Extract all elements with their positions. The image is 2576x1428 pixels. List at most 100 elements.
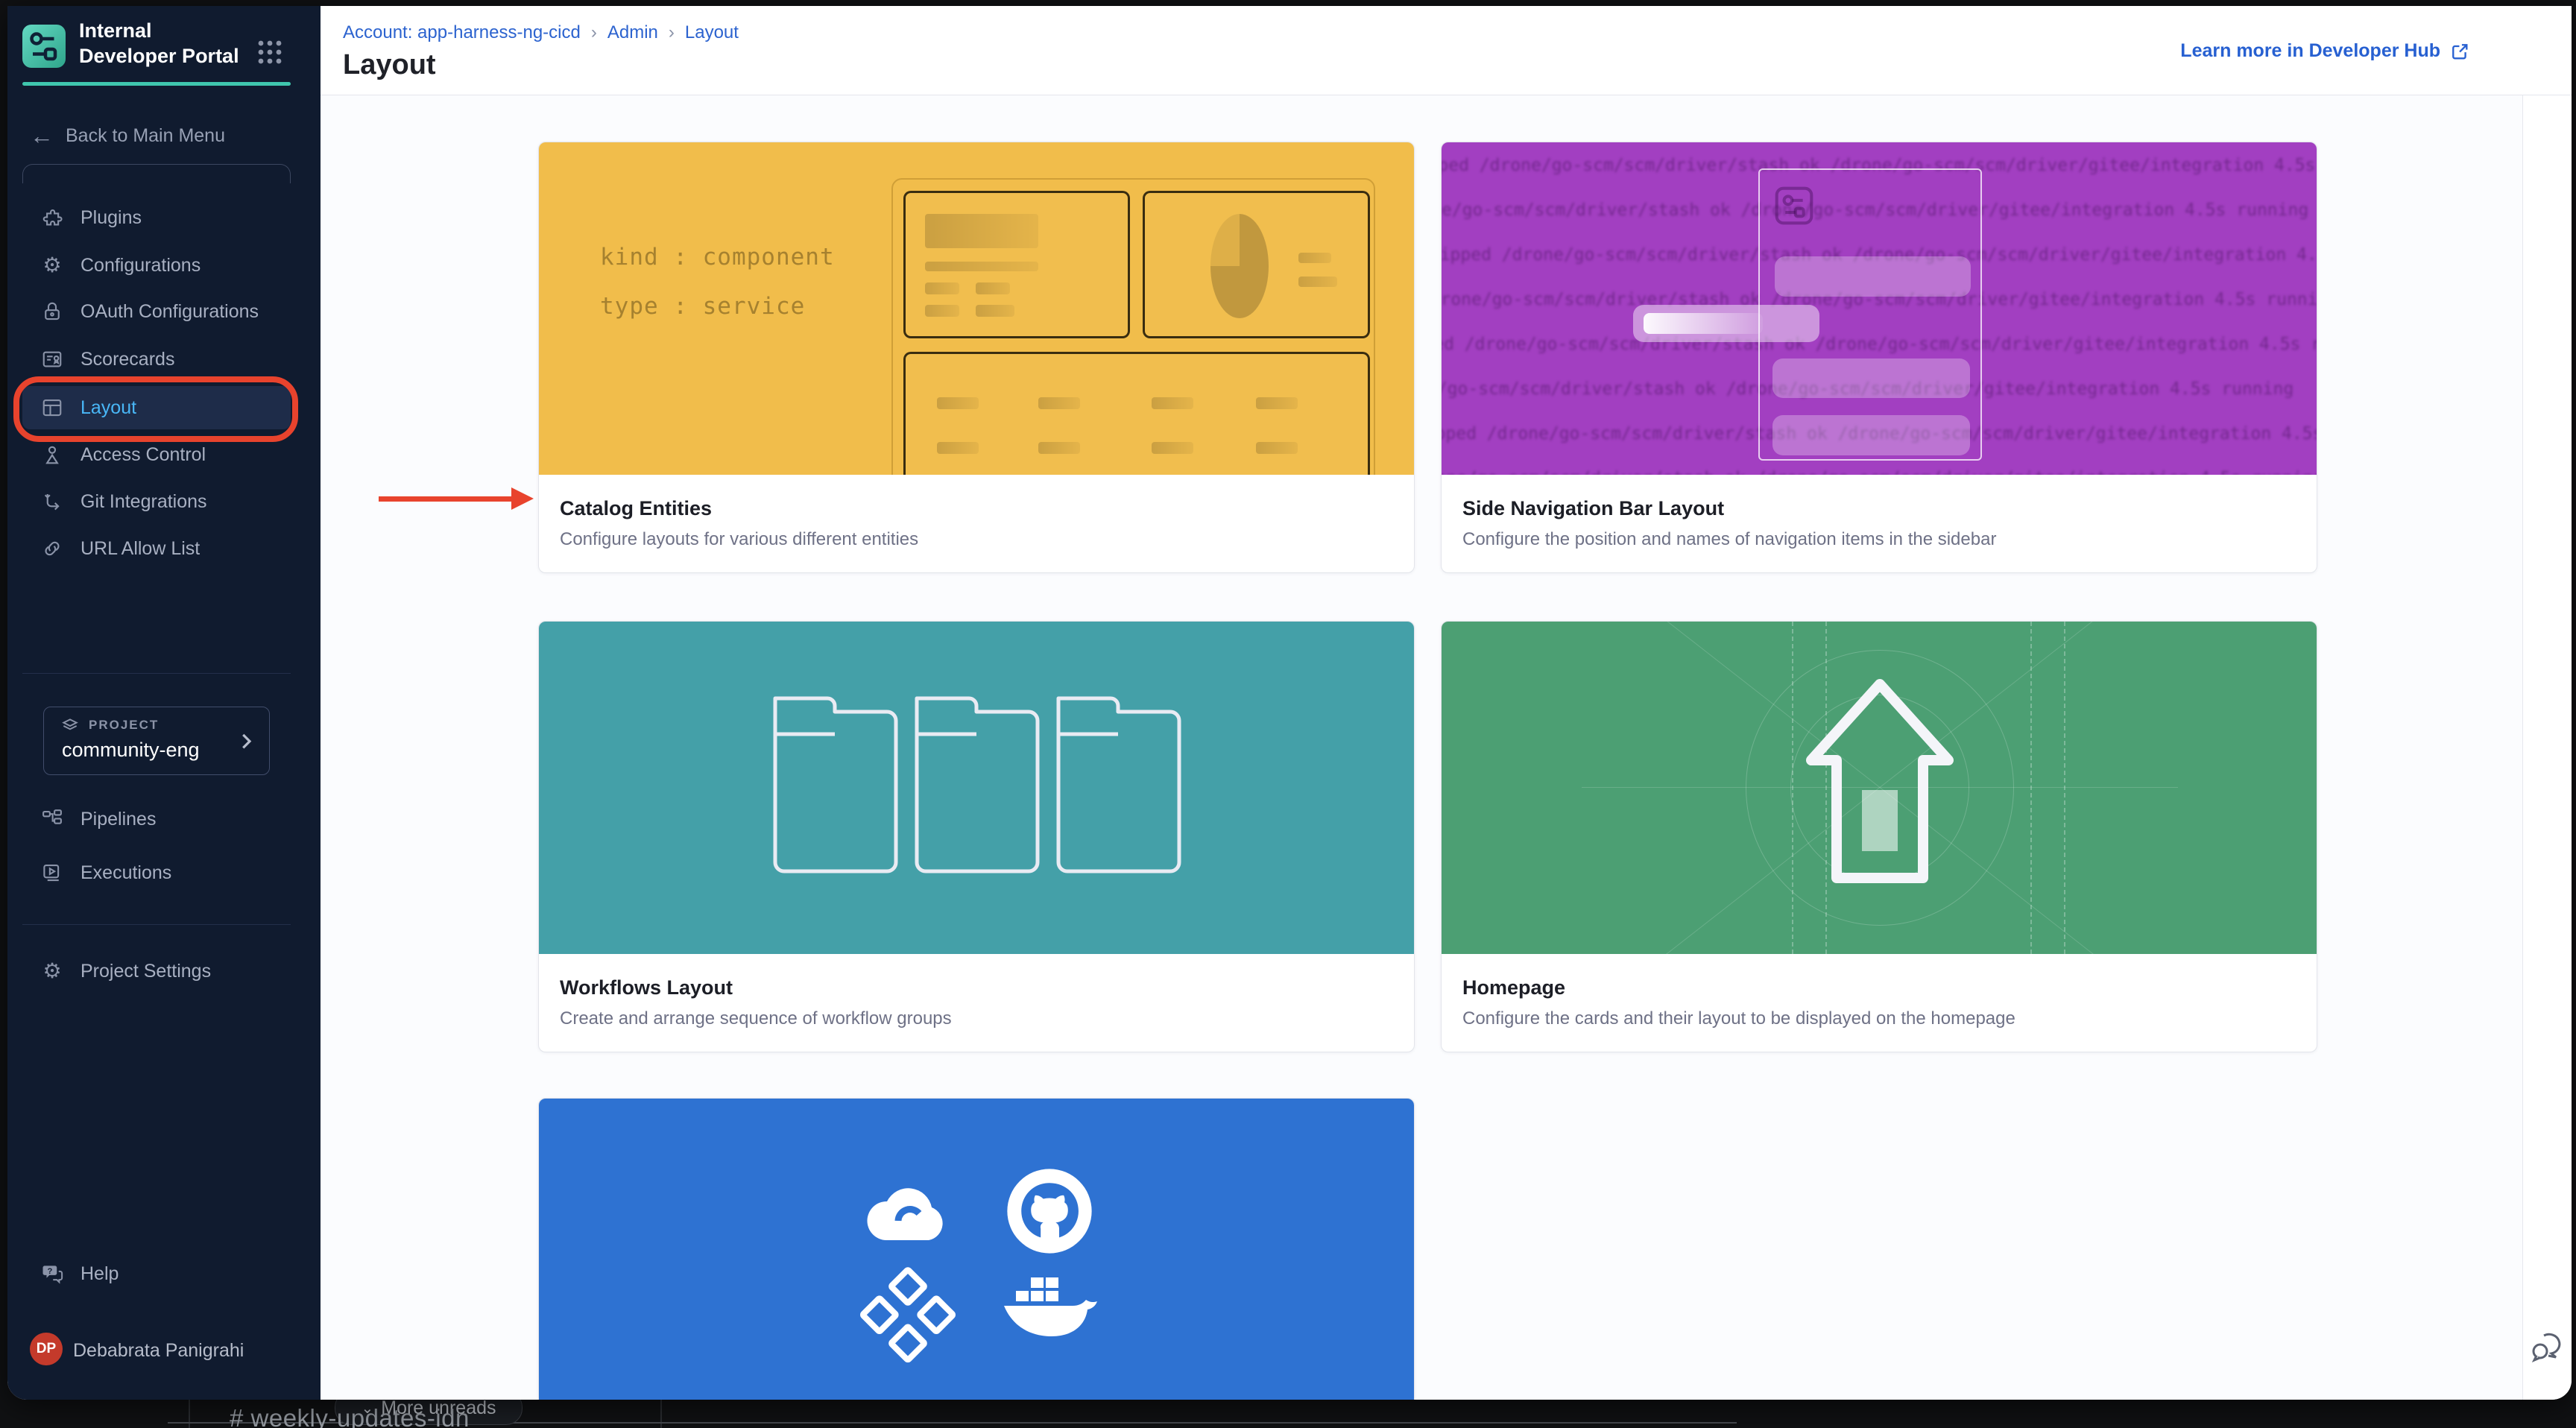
- learn-more-label: Learn more in Developer Hub: [2180, 40, 2440, 62]
- card-title: Side Navigation Bar Layout: [1462, 497, 2296, 520]
- breadcrumb-separator: ›: [669, 22, 675, 43]
- gear-icon: ⚙: [40, 961, 64, 982]
- feedback-chat-button[interactable]: [2531, 1330, 2565, 1366]
- sidebar-item-access-control[interactable]: Access Control: [22, 433, 291, 476]
- card-footer: Side Navigation Bar Layout Configure the…: [1442, 475, 2317, 572]
- catalog-entities-preview: kind : component type : service: [539, 142, 1414, 475]
- project-eyebrow: PROJECT: [89, 718, 159, 733]
- project-name: community-eng: [62, 739, 200, 762]
- pipelines-icon: [40, 808, 64, 830]
- sidebar-item-label: Git Integrations: [80, 491, 207, 513]
- card-description: Create and arrange sequence of workflow …: [560, 1008, 1393, 1029]
- menu-panel-border: [22, 164, 291, 183]
- git-branch-icon: [40, 490, 64, 513]
- help-chat-icon: ?: [40, 1263, 64, 1285]
- sidenav-preview: skipped /drone/go-scm/scm/driver/stash o…: [1442, 142, 2317, 475]
- sidebar-item-label: Pipelines: [80, 809, 156, 830]
- sidebar-item-scorecards[interactable]: Scorecards: [22, 338, 291, 381]
- card-footer: Homepage Configure the cards and their l…: [1442, 954, 2317, 1052]
- card-title: Workflows Layout: [560, 976, 1393, 999]
- plugin-icon: [40, 206, 64, 229]
- nav-placeholder-bar: [1772, 415, 1970, 455]
- preview-wire-card: [1143, 191, 1370, 338]
- sidebar-item-label: URL Allow List: [80, 538, 200, 560]
- folders-icon: [768, 676, 1185, 900]
- person-icon: [40, 443, 64, 466]
- sidebar-item-plugins[interactable]: Plugins: [22, 196, 291, 239]
- idp-logo-icon: [22, 25, 66, 68]
- nav-placeholder-bar-active: [1633, 305, 1819, 342]
- preview-code-line: kind : component: [600, 244, 835, 271]
- avatar[interactable]: DP: [30, 1333, 63, 1365]
- preview-wire-card: [903, 191, 1130, 338]
- sidebar-item-url-allow-list[interactable]: URL Allow List: [22, 527, 291, 570]
- app-switcher-icon[interactable]: [255, 37, 285, 71]
- sidebar-item-git-integrations[interactable]: Git Integrations: [22, 480, 291, 523]
- card-side-navigation-bar-layout[interactable]: skipped /drone/go-scm/scm/driver/stash o…: [1441, 142, 2317, 573]
- google-cloud-icon: [864, 1175, 953, 1246]
- sidebar-item-layout[interactable]: Layout: [22, 386, 291, 429]
- breadcrumb-account[interactable]: Account: app-harness-ng-cicd: [343, 22, 581, 43]
- card-description: Configure the position and names of navi…: [1462, 529, 2296, 550]
- breadcrumb-admin[interactable]: Admin: [607, 22, 658, 43]
- learn-more-link[interactable]: Learn more in Developer Hub: [2180, 40, 2470, 62]
- idp-logo-outline-icon: [1775, 186, 1813, 225]
- card-catalog-entities[interactable]: kind : component type : service: [538, 142, 1415, 573]
- divider: [22, 673, 291, 674]
- arrow-left-icon: ←: [30, 124, 54, 148]
- breadcrumb: Account: app-harness-ng-cicd › Admin › L…: [343, 22, 739, 43]
- card-homepage[interactable]: Homepage Configure the cards and their l…: [1441, 621, 2317, 1052]
- background-window-divider: [189, 1400, 190, 1428]
- user-name[interactable]: Debabrata Panigrahi: [73, 1340, 244, 1362]
- sidebar-item-label: Help: [80, 1263, 119, 1285]
- project-selector[interactable]: PROJECT community-eng: [43, 707, 270, 775]
- desktop-background: ⌄ More unreads # weekly-updates-idn Inte…: [0, 0, 2576, 1428]
- nav-placeholder-bar: [1775, 256, 1971, 297]
- sidebar-item-label: Plugins: [80, 207, 142, 229]
- divider: [22, 924, 291, 925]
- slack-channel-name: # weekly-updates-idn: [230, 1404, 470, 1428]
- chevron-right-icon: [235, 730, 257, 756]
- sidebar-item-label: Access Control: [80, 444, 206, 466]
- page-header: Account: app-harness-ng-cicd › Admin › L…: [321, 6, 2572, 95]
- lock-icon: [40, 300, 64, 323]
- card-footer: Catalog Entities Configure layouts for v…: [539, 475, 1414, 572]
- back-to-main-menu[interactable]: ← Back to Main Menu: [30, 119, 298, 152]
- card-description: Configure layouts for various different …: [560, 529, 1393, 550]
- external-link-icon: [2449, 41, 2470, 62]
- sidebar-item-pipelines[interactable]: Pipelines: [22, 797, 291, 841]
- sidebar-item-label: Executions: [80, 862, 171, 884]
- sidebar-item-label: Layout: [80, 397, 136, 419]
- diamond-grid-icon: [850, 1259, 966, 1375]
- sidebar-item-label: Configurations: [80, 255, 201, 277]
- main-area: Account: app-harness-ng-cicd › Admin › L…: [321, 6, 2572, 1400]
- link-icon: [40, 537, 64, 560]
- card-footer: Workflows Layout Create and arrange sequ…: [539, 954, 1414, 1052]
- background-window-divider: [660, 1400, 662, 1428]
- sidebar-item-project-settings[interactable]: ⚙ Project Settings: [22, 950, 291, 993]
- homepage-preview: [1442, 622, 2317, 954]
- idp-logo[interactable]: [22, 25, 66, 68]
- preview-code-line: type : service: [600, 293, 805, 320]
- layout-icon: [40, 397, 64, 419]
- sidebar: Internal Developer Portal ← Back to Main…: [7, 6, 321, 1400]
- sidebar-item-help[interactable]: ? Help: [22, 1252, 291, 1295]
- preview-wire-card: [903, 352, 1370, 475]
- sidebar-item-executions[interactable]: Executions: [22, 851, 291, 894]
- breadcrumb-current[interactable]: Layout: [685, 22, 739, 43]
- executions-icon: [40, 862, 64, 884]
- brand-title: Internal Developer Portal: [79, 18, 243, 69]
- breadcrumb-separator: ›: [591, 22, 597, 43]
- house-icon: [1768, 674, 1992, 905]
- sidebar-item-configurations[interactable]: ⚙ Configurations: [22, 244, 291, 287]
- card-workflows-layout[interactable]: Workflows Layout Create and arrange sequ…: [538, 621, 1415, 1052]
- docker-icon: [1003, 1270, 1099, 1352]
- card-connectors[interactable]: [538, 1098, 1415, 1400]
- card-title: Catalog Entities: [560, 497, 1393, 520]
- github-icon: [1006, 1167, 1093, 1255]
- sidebar-item-oauth-configurations[interactable]: OAuth Configurations: [22, 290, 291, 333]
- stack-icon: [60, 716, 80, 739]
- chat-bubbles-icon: [2531, 1330, 2565, 1362]
- nav-placeholder-bar: [1772, 358, 1970, 398]
- sidebar-item-label: OAuth Configurations: [80, 301, 259, 323]
